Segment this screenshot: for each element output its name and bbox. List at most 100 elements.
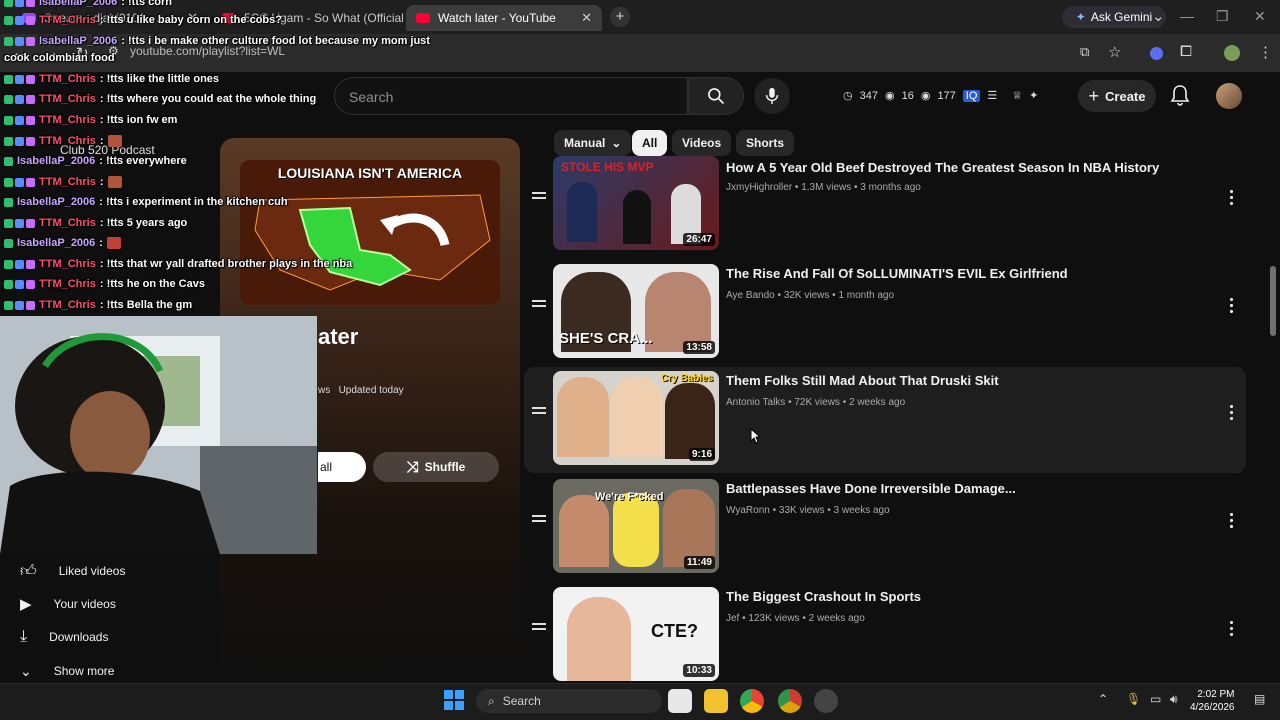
video-title[interactable]: Them Folks Still Mad About That Druski S…	[726, 373, 999, 388]
sidebar-item-your-videos[interactable]: ▶ Your videos	[20, 589, 210, 619]
minimize-icon[interactable]: —	[1180, 8, 1194, 24]
video-title[interactable]: How A 5 Year Old Beef Destroyed The Grea…	[726, 160, 1159, 175]
video-thumbnail[interactable]: SHE'S CRA... 13:58	[553, 264, 719, 358]
thumbnail-caption: We're F*cked	[595, 491, 664, 503]
playlist-video-row[interactable]: Cry Babies 9:16 Them Folks Still Mad Abo…	[524, 367, 1246, 473]
chevron-up-icon[interactable]: ⌃	[1098, 692, 1108, 706]
view-count: 72K views	[794, 397, 840, 408]
network-icon[interactable]: ▭	[1150, 692, 1161, 706]
video-thumbnail[interactable]: Cry Babies 9:16	[553, 371, 719, 465]
tab-music[interactable]: 5CC Ugam - So What (Official M... ✕	[212, 5, 404, 31]
tab-watch-later[interactable]: Watch later - YouTube ✕	[406, 5, 602, 31]
video-meta: Aye Bando • 32K views • 1 month ago	[726, 290, 895, 301]
notification-center-icon[interactable]: ▤	[1254, 692, 1265, 706]
maximize-icon[interactable]: ❐	[1216, 8, 1229, 25]
playlist-thumbnail[interactable]: LOUISIANA ISN'T AMERICA	[240, 160, 500, 305]
close-window-icon[interactable]: ✕	[1254, 8, 1266, 25]
shuffle-button[interactable]: ⤨ Shuffle	[373, 452, 499, 482]
recording-app-icon[interactable]	[814, 689, 838, 713]
forward-icon[interactable]: →	[44, 44, 59, 61]
volume-icon[interactable]: 🔊︎	[1170, 692, 1178, 707]
ask-gemini-button[interactable]: ✦ Ask Gemini	[1062, 6, 1166, 28]
close-tab-icon[interactable]: ✕	[581, 10, 592, 26]
taskbar-clock[interactable]: 2:02 PM 4/26/2026	[1190, 688, 1235, 714]
search-input[interactable]: Search	[334, 77, 688, 115]
drag-handle-icon[interactable]	[532, 623, 546, 633]
more-actions-icon[interactable]	[1230, 298, 1234, 316]
video-title[interactable]: Battlepasses Have Done Irreversible Dama…	[726, 481, 1016, 496]
extensions-puzzle-icon[interactable]: ⧠	[1180, 43, 1192, 60]
channel-name[interactable]: JxmyHighroller	[726, 182, 792, 193]
back-icon[interactable]: ←	[12, 44, 27, 61]
playlist-video-row[interactable]: SHE'S CRA... 13:58 The Rise And Fall Of …	[524, 260, 1246, 366]
channel-name[interactable]: Jef	[726, 613, 739, 624]
microphone-icon[interactable]: 🎙︎	[1126, 692, 1141, 706]
store-app-icon[interactable]	[668, 689, 692, 713]
list-icon[interactable]: ☰	[987, 89, 997, 102]
profile-icon[interactable]	[1224, 45, 1240, 61]
video-duration: 13:58	[683, 341, 715, 354]
create-button[interactable]: + Create	[1078, 80, 1156, 112]
install-app-icon[interactable]: ⧉	[1080, 44, 1089, 60]
scrollbar-thumb[interactable]	[1270, 266, 1276, 336]
drag-handle-icon[interactable]	[532, 300, 546, 310]
chat-message: TTM_Chris: !tts Bella the gm	[4, 299, 192, 311]
thumbnail-figure	[611, 377, 663, 457]
close-tab-icon[interactable]: ✕	[187, 10, 198, 26]
chrome-menu-icon[interactable]: ⋮	[1258, 43, 1273, 61]
channel-name[interactable]: WyaRonn	[726, 505, 770, 516]
channel-name[interactable]: Antonio Talks	[726, 397, 785, 408]
video-meta: WyaRonn • 33K views • 3 weeks ago	[726, 505, 890, 516]
extension-badge-icon[interactable]: IQ	[962, 89, 981, 102]
url-text[interactable]: youtube.com/playlist?list=WL	[130, 44, 285, 58]
more-actions-icon[interactable]	[1230, 621, 1234, 639]
trophy-icon[interactable]: ♕	[1012, 89, 1022, 102]
drag-handle-icon[interactable]	[532, 407, 546, 417]
site-info-icon[interactable]: ⚙	[108, 44, 119, 58]
taskbar-search[interactable]: ⌕ Search	[476, 689, 662, 713]
more-actions-icon[interactable]	[1230, 190, 1234, 208]
page-scrollbar[interactable]	[1268, 72, 1280, 682]
chat-text: : !tts Bella the gm	[99, 299, 193, 311]
more-actions-icon[interactable]	[1230, 513, 1234, 531]
video-title[interactable]: The Rise And Fall Of SoLLUMINATI'S EVIL …	[726, 266, 1068, 281]
reload-icon[interactable]: ↻	[76, 44, 89, 62]
view-count: 123K views	[748, 613, 800, 624]
video-title[interactable]: The Biggest Crashout In Sports	[726, 589, 921, 604]
search-button[interactable]	[688, 77, 744, 115]
video-thumbnail[interactable]: STOLE HIS MVP 26:47	[553, 156, 719, 250]
windows-start-icon[interactable]	[444, 690, 464, 710]
tab-search-icon[interactable]: ⌄	[1152, 7, 1165, 25]
drag-handle-icon[interactable]	[532, 192, 546, 202]
account-avatar[interactable]	[1216, 83, 1242, 109]
tab-label: Watch later - YouTube	[438, 11, 556, 25]
tab-label: Stream · djabi0101 · ...	[44, 11, 167, 25]
bookmark-star-icon[interactable]: ☆	[1108, 43, 1121, 61]
channel-name[interactable]: Aye Bando	[726, 290, 775, 301]
sparkle-icon[interactable]: ✦	[1029, 89, 1038, 102]
file-explorer-icon[interactable]	[704, 689, 728, 713]
playlist-video-row[interactable]: We're F*cked 11:49 Battlepasses Have Don…	[524, 475, 1246, 581]
play-all-button[interactable]: all	[318, 452, 366, 482]
extension-icon[interactable]	[1150, 47, 1163, 60]
sidebar-item-show-more[interactable]: ⌄ Show more	[20, 656, 210, 686]
playlist-video-row[interactable]: CTE? 10:33 The Biggest Crashout In Sport…	[524, 583, 1246, 689]
upload-age: 3 months ago	[860, 182, 921, 193]
more-actions-icon[interactable]	[1230, 405, 1234, 423]
gemini-label: Ask Gemini	[1090, 10, 1153, 24]
sidebar-item-liked-videos[interactable]: 👍︎ Liked videos	[20, 556, 210, 586]
tab-stream[interactable]: Stream · djabi0101 · ... ✕	[12, 5, 208, 31]
sidebar-item-downloads[interactable]: ⤓ Downloads	[20, 622, 210, 652]
new-tab-button[interactable]: +	[610, 7, 630, 27]
plus-icon: +	[1088, 85, 1100, 106]
voice-search-button[interactable]	[754, 78, 790, 114]
notifications-button[interactable]	[1170, 84, 1190, 111]
video-thumbnail[interactable]: CTE? 10:33	[553, 587, 719, 681]
playlist-video-row[interactable]: STOLE HIS MVP 26:47 How A 5 Year Old Bee…	[524, 152, 1246, 258]
drag-handle-icon[interactable]	[532, 515, 546, 525]
thumbnail-caption: Cry Babies	[661, 373, 714, 384]
microphone-icon	[765, 87, 779, 105]
video-thumbnail[interactable]: We're F*cked 11:49	[553, 479, 719, 573]
chrome-app-icon[interactable]	[778, 689, 802, 713]
chrome-app-icon[interactable]	[740, 689, 764, 713]
